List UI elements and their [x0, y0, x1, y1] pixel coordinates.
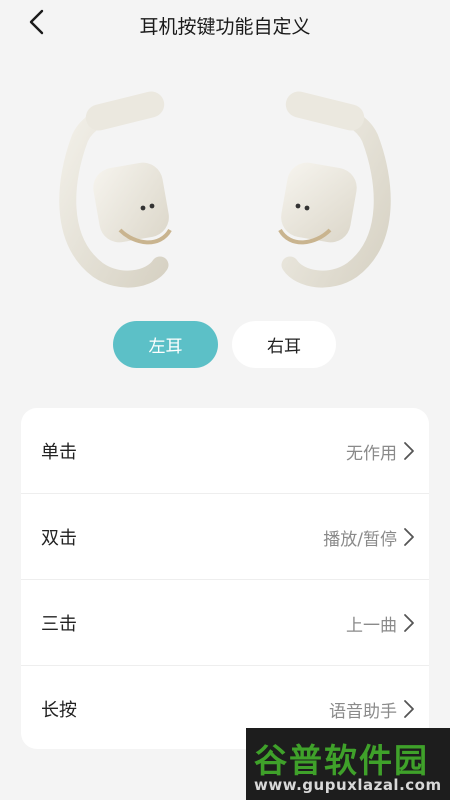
left-ear-tab[interactable]: 左耳	[113, 321, 218, 368]
row-label: 长按	[41, 700, 77, 721]
gesture-settings-list: 单击 无作用 双击 播放/暂停 三击 上一曲 长按 语音助手	[21, 408, 429, 749]
watermark-brand: 谷普软件园	[254, 741, 429, 780]
row-value: 播放/暂停	[323, 530, 397, 550]
row-value: 上一曲	[346, 616, 397, 636]
left-earbud	[59, 91, 172, 288]
chevron-right-icon	[404, 700, 414, 718]
header-bar: 耳机按键功能自定义	[0, 0, 450, 48]
watermark: 谷普软件园 www.gupuxlazal.com	[246, 728, 450, 800]
chevron-right-icon	[404, 528, 414, 546]
row-value: 无作用	[346, 444, 397, 464]
row-label: 单击	[41, 442, 77, 463]
row-value: 语音助手	[329, 702, 397, 722]
right-earbud	[278, 91, 391, 288]
triple-tap-row[interactable]: 三击 上一曲	[21, 580, 429, 666]
single-tap-row[interactable]: 单击 无作用	[21, 408, 429, 494]
earbuds-image	[0, 80, 450, 310]
chevron-right-icon	[404, 442, 414, 460]
row-label: 三击	[41, 614, 77, 635]
right-ear-tab[interactable]: 右耳	[232, 321, 336, 368]
row-label: 双击	[41, 528, 77, 549]
double-tap-row[interactable]: 双击 播放/暂停	[21, 494, 429, 580]
page-title: 耳机按键功能自定义	[139, 16, 311, 38]
watermark-url: www.gupuxlazal.com	[254, 776, 442, 794]
chevron-right-icon	[404, 614, 414, 632]
